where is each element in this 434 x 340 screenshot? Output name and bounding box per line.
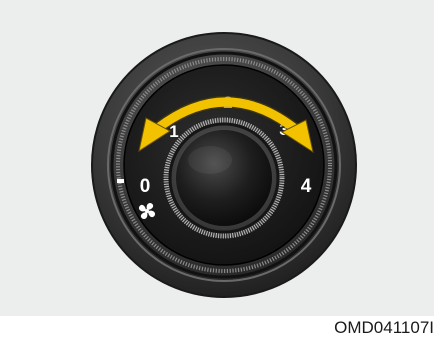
scale-label-4: 4 xyxy=(301,176,312,197)
figure-code: OMD041107I xyxy=(334,318,434,337)
fan-icon xyxy=(138,202,156,220)
outer-index-tick xyxy=(117,179,124,183)
fan-speed-knob-illustration: 0 1 2 3 4 xyxy=(91,32,357,298)
knob-cap xyxy=(176,130,272,226)
illustration-panel: 0 1 2 3 4 xyxy=(0,0,434,316)
scale-label-0: 0 xyxy=(140,176,151,197)
